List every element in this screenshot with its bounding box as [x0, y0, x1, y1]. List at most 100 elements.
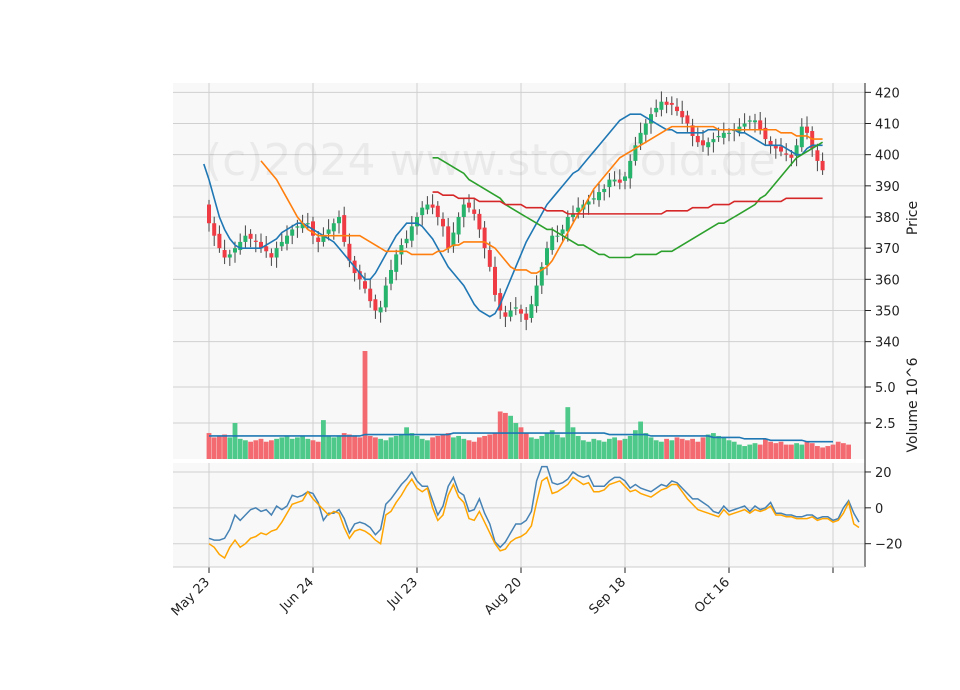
x-tick-label: Oct 16 [692, 575, 733, 616]
candle-body [331, 223, 336, 232]
volume-axis-label: Volume 10^6 [905, 357, 921, 452]
volume-bar [804, 441, 810, 459]
volume-bar [544, 433, 550, 459]
candle-body [363, 281, 367, 289]
volume-bar [477, 437, 482, 459]
volume-bar [815, 446, 820, 459]
volume-bar [607, 438, 612, 459]
volume-bar [279, 437, 285, 459]
candle-body [664, 101, 669, 105]
volume-bar [705, 434, 711, 459]
candle-body [534, 285, 539, 307]
candle-body [295, 226, 300, 228]
candle-body [425, 204, 430, 210]
candle-body [305, 223, 310, 225]
volume-bar [300, 435, 305, 459]
candle-body [545, 248, 549, 265]
candle-body [685, 115, 690, 124]
volume-bar [700, 437, 706, 459]
volume-bar [211, 437, 217, 459]
volume-bar [752, 443, 758, 459]
volume-bar [274, 438, 279, 459]
candle-body [253, 240, 258, 242]
candle-body [248, 233, 253, 239]
volume-bar [425, 440, 430, 459]
candle-body [461, 204, 466, 217]
volume-bar [726, 440, 732, 459]
candle-body [701, 140, 705, 146]
volume-bar [555, 434, 560, 459]
candle-body [378, 307, 383, 313]
volume-bar [466, 440, 472, 459]
volume-bar [846, 444, 851, 459]
candle-body [212, 223, 217, 236]
volume-tick-label: 5.0 [875, 381, 896, 396]
volume-bar [341, 433, 347, 459]
candle-body [451, 232, 456, 247]
candle-body [695, 135, 700, 143]
osc-tick-label: 20 [875, 466, 892, 481]
volume-bar [404, 427, 409, 459]
volume-bar [295, 437, 300, 459]
candle-body [394, 254, 399, 272]
volume-bar [497, 411, 503, 459]
volume-bar [763, 438, 768, 459]
candle-body [711, 139, 716, 143]
candle-body [519, 309, 523, 314]
volume-bar [269, 440, 274, 459]
candle-body [285, 235, 289, 244]
candle-body [784, 153, 789, 155]
candle-body [550, 235, 555, 251]
volume-bar [461, 438, 467, 459]
candle-body [591, 198, 596, 200]
volume-bar [482, 435, 487, 459]
candle-body [472, 209, 477, 214]
price-tick-label: 360 [875, 273, 900, 288]
volume-bar [232, 423, 238, 459]
volume-bar [258, 438, 264, 459]
candle-body [799, 126, 804, 148]
volume-bar [737, 444, 742, 459]
volume-bar [679, 438, 685, 459]
volume-bar [362, 351, 368, 459]
volume-bar [393, 435, 399, 459]
volume-bar [570, 427, 576, 459]
volume-bar [263, 441, 269, 459]
volume-bar [830, 444, 836, 459]
candle-body [227, 254, 232, 258]
candle-body [617, 179, 622, 183]
volume-bar [825, 446, 831, 459]
candle-body [399, 245, 404, 255]
candle-body [529, 304, 534, 318]
volume-bar [789, 444, 794, 459]
candle-body [420, 207, 425, 216]
volume-bar [227, 437, 233, 459]
volume-bar [768, 441, 773, 459]
volume-bar [440, 434, 446, 459]
candle-body [409, 226, 414, 241]
volume-bar [648, 437, 654, 459]
candle-body [233, 248, 237, 253]
volume-bar [674, 437, 680, 459]
volume-bar [627, 435, 633, 459]
candle-body [243, 235, 248, 242]
watermark: (c)2024 www.stockfold.de [205, 135, 776, 186]
volume-bar [799, 444, 805, 459]
volume-bar [695, 441, 701, 459]
candle-body [404, 238, 409, 244]
volume-bar [617, 440, 623, 459]
price-tick-label: 420 [875, 86, 900, 101]
candle-body [222, 250, 227, 258]
volume-bar [539, 435, 545, 459]
volume-bar [643, 433, 649, 459]
volume-bar [601, 441, 607, 459]
candle-body [487, 250, 492, 267]
volume-bar [523, 433, 529, 459]
candle-body [316, 237, 321, 242]
candle-body [680, 111, 685, 118]
volume-bar [820, 447, 825, 459]
volume-bar [430, 437, 435, 459]
candle-body [659, 101, 664, 110]
x-tick-label: Sep 18 [586, 575, 629, 618]
volume-bar [560, 437, 565, 459]
